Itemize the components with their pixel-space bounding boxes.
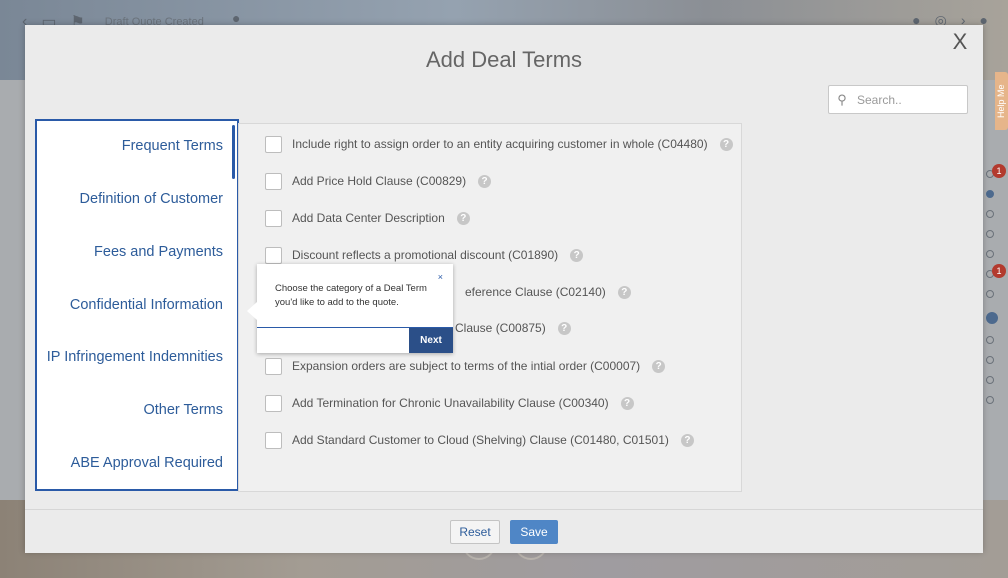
term-checkbox[interactable] [265, 172, 282, 190]
reset-button[interactable]: Reset [450, 520, 500, 544]
search-input[interactable] [855, 91, 964, 108]
term-label: Add Standard Customer to Cloud (Shelving… [292, 433, 669, 447]
term-label: Add Data Center Description [292, 211, 445, 225]
guide-tooltip: × Choose the category of a Deal Term you… [247, 264, 453, 353]
category-frequent-terms[interactable]: Frequent Terms [122, 138, 223, 154]
term-row: Clause (C00875) ? [445, 318, 571, 338]
help-me-tab[interactable]: Help Me [995, 72, 1008, 130]
term-label: Discount reflects a promotional discount… [292, 248, 559, 262]
tooltip-close-button[interactable]: × [438, 272, 443, 282]
rail-dot[interactable] [986, 376, 994, 384]
rail-dot[interactable] [986, 190, 994, 198]
term-row: Add Data Center Description ? [265, 208, 470, 228]
rail-dot[interactable] [986, 396, 994, 404]
category-abe-approval-required[interactable]: ABE Approval Required [71, 455, 223, 471]
help-icon[interactable]: ? [620, 396, 634, 410]
help-icon[interactable]: ? [680, 433, 694, 447]
term-row: Add Termination for Chronic Unavailabili… [265, 393, 634, 413]
help-icon[interactable]: ? [557, 321, 571, 335]
term-checkbox[interactable] [265, 394, 282, 412]
term-label: eference Clause (C02140) [465, 285, 606, 299]
rail-badge: 1 [992, 164, 1006, 178]
search-icon: ⚲ [837, 91, 847, 107]
term-label: Clause (C00875) [455, 321, 546, 335]
rail-badge: 1 [992, 264, 1006, 278]
add-deal-terms-modal: X Add Deal Terms ⚲ Frequent Terms Defini… [25, 25, 983, 553]
term-row: Discount reflects a promotional discount… [265, 245, 584, 265]
category-scrollbar[interactable] [232, 125, 235, 179]
term-checkbox[interactable] [265, 431, 282, 449]
rail-dot[interactable] [986, 336, 994, 344]
rail-dot-active[interactable] [986, 312, 998, 324]
tooltip-text: Choose the category of a Deal Term you'd… [275, 283, 427, 308]
right-rail: 1 1 [986, 150, 1008, 450]
help-icon[interactable]: ? [478, 174, 492, 188]
term-label: Include right to assign order to an enti… [292, 137, 708, 151]
term-row: eference Clause (C02140) ? [455, 282, 631, 302]
help-icon[interactable]: ? [570, 248, 584, 262]
term-label: Add Price Hold Clause (C00829) [292, 174, 467, 188]
help-icon[interactable]: ? [617, 285, 631, 299]
help-icon[interactable]: ? [719, 137, 733, 151]
category-fees-and-payments[interactable]: Fees and Payments [94, 244, 223, 260]
term-row: Add Price Hold Clause (C00829) ? [265, 171, 492, 191]
term-checkbox[interactable] [265, 209, 282, 227]
rail-dot[interactable] [986, 250, 994, 258]
rail-dot[interactable] [986, 230, 994, 238]
category-confidential-information[interactable]: Confidential Information [70, 297, 223, 313]
term-checkbox[interactable] [265, 135, 282, 153]
rail-dot[interactable] [986, 210, 994, 218]
category-definition-of-customer[interactable]: Definition of Customer [80, 191, 223, 207]
term-row: Expansion orders are subject to terms of… [265, 356, 666, 376]
rail-dot[interactable] [986, 290, 994, 298]
modal-title: Add Deal Terms [425, 47, 583, 72]
person-icon: ● [232, 10, 241, 26]
term-row: Add Standard Customer to Cloud (Shelving… [265, 430, 694, 450]
term-label: Add Termination for Chronic Unavailabili… [292, 396, 609, 410]
help-icon[interactable]: ? [456, 211, 470, 225]
term-checkbox[interactable] [265, 357, 282, 375]
modal-footer: Reset Save [25, 509, 983, 553]
category-other-terms[interactable]: Other Terms [143, 402, 223, 418]
help-icon[interactable]: ? [652, 359, 666, 373]
rail-dot[interactable] [986, 356, 994, 364]
category-ip-infringement-indemnities[interactable]: IP Infringement Indemnities [47, 349, 223, 365]
tooltip-arrow [247, 302, 257, 320]
search-box: ⚲ [828, 85, 968, 114]
category-list: Frequent Terms Definition of Customer Fe… [35, 119, 239, 491]
tooltip-next-button[interactable]: Next [409, 328, 453, 353]
term-label: Expansion orders are subject to terms of… [292, 359, 641, 373]
save-button[interactable]: Save [510, 520, 558, 544]
term-row: Include right to assign order to an enti… [265, 134, 733, 154]
term-checkbox[interactable] [265, 246, 282, 264]
